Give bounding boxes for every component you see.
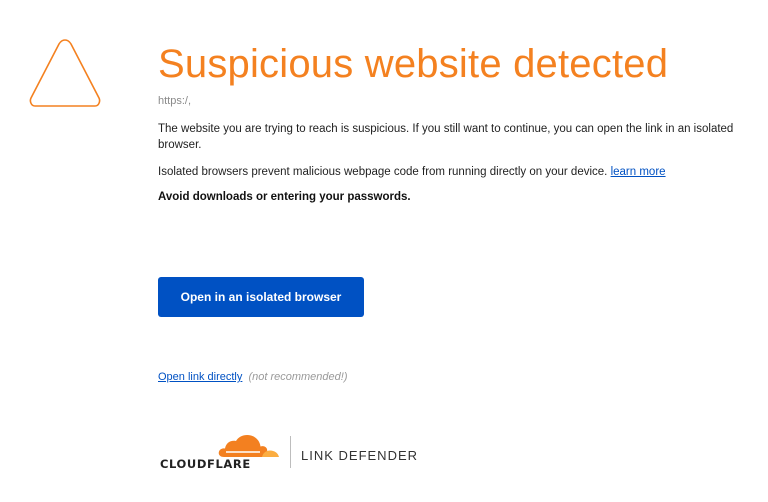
cloudflare-cloud-icon: [218, 435, 279, 457]
product-name: LINK DEFENDER: [301, 447, 419, 463]
open-link-directly-link[interactable]: Open link directly: [158, 371, 242, 383]
warning-triangle-icon: [29, 39, 101, 107]
footer-branding: CLOUDFLARE LINK DEFENDER: [160, 432, 418, 472]
suspicious-description: The website you are trying to reach is s…: [158, 123, 734, 151]
main-content: Suspicious website detected https:/, The…: [158, 40, 758, 203]
page-title: Suspicious website detected: [158, 42, 669, 86]
blocked-url: https:/,: [158, 95, 192, 107]
footer-divider: [290, 436, 291, 468]
direct-open-row: Open link directly (not recommended!): [158, 371, 347, 383]
open-isolated-browser-button[interactable]: Open in an isolated browser: [158, 277, 364, 317]
safety-warning: Avoid downloads or entering your passwor…: [158, 191, 411, 203]
cloudflare-logo: CLOUDFLARE: [160, 432, 282, 472]
learn-more-link[interactable]: learn more: [611, 166, 666, 178]
isolation-description: Isolated browsers prevent malicious webp…: [158, 164, 758, 180]
page: Suspicious website detected https:/, The…: [0, 0, 768, 502]
cloudflare-wordmark: CLOUDFLARE: [160, 457, 251, 471]
isolation-text: Isolated browsers prevent malicious webp…: [158, 166, 608, 178]
not-recommended-note: (not recommended!): [248, 371, 348, 383]
